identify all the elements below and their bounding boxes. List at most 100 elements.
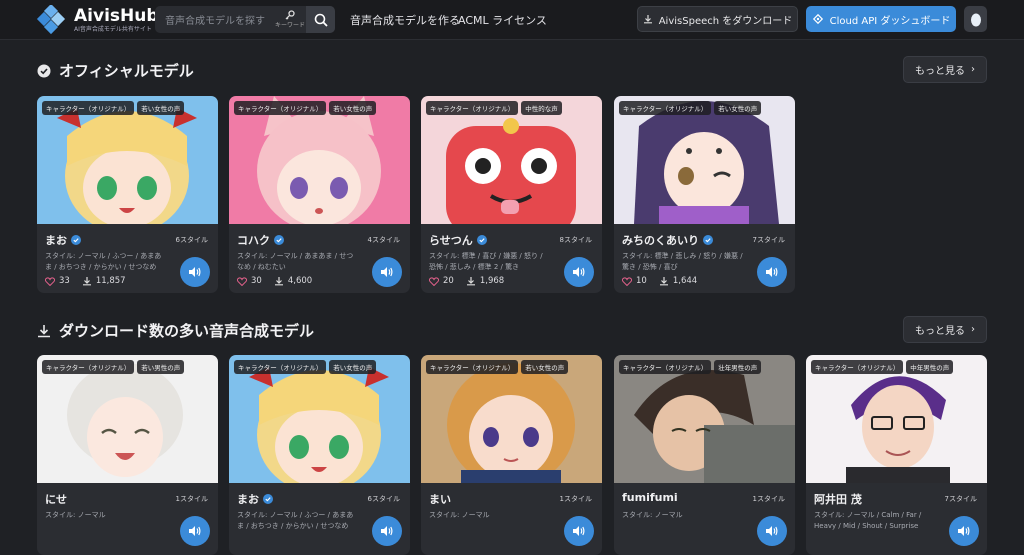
keyword-toggle[interactable]: キーワード	[274, 10, 306, 29]
verified-icon	[274, 235, 284, 245]
play-sample-button[interactable]	[180, 516, 210, 546]
voice-tag: 若い女性の声	[329, 360, 377, 374]
model-name: まお	[45, 232, 81, 248]
model-card-aida-shigeru[interactable]: キャラクター（オリジナル） 中年男性の声 阿井田 茂 7スタイル スタイル: ノー…	[806, 355, 987, 555]
verified-icon	[703, 235, 713, 245]
model-thumbnail: キャラクター（オリジナル） 若い女性の声	[421, 355, 602, 483]
category-tag: キャラクター（オリジナル）	[811, 360, 904, 374]
style-count: 4スタイル	[367, 236, 400, 244]
model-card-rasetsun[interactable]: キャラクター（オリジナル） 中性的な声 らせつん 8スタイル スタイル: 標準 /…	[421, 96, 602, 293]
voice-tag: 若い男性の声	[137, 360, 185, 374]
style-count: 1スタイル	[559, 495, 592, 503]
logo-name: AivisHub	[74, 5, 159, 26]
style-count: 1スタイル	[752, 495, 785, 503]
official-more-button[interactable]: もっと見る ›	[903, 56, 987, 83]
nav-acml-license[interactable]: ACML ライセンス	[458, 12, 547, 28]
style-count: 6スタイル	[367, 495, 400, 503]
nav-create-model[interactable]: 音声合成モデルを作る	[350, 12, 460, 28]
model-thumbnail: キャラクター（オリジナル） 中年男性の声	[806, 355, 987, 483]
style-list: スタイル: ノーマル	[429, 511, 490, 519]
model-card-fumifumi[interactable]: キャラクター（オリジナル） 壮年男性の声 fumifumi 1スタイル スタイル:…	[614, 355, 795, 555]
heart-icon[interactable]	[237, 276, 247, 286]
top-header: AivisHub AI音声合成モデル共有サイト 音声合成モデルを探す キーワード…	[0, 0, 1024, 40]
like-count: 10	[636, 276, 647, 286]
style-count: 6スタイル	[175, 236, 208, 244]
voice-tag: 壮年男性の声	[714, 360, 762, 374]
category-tag: キャラクター（オリジナル）	[234, 101, 327, 115]
style-list: スタイル: 標準 / 喜び / 嫌悪 / 怒り / 恐怖 / 悲しみ / 標準 …	[429, 252, 543, 271]
search-box[interactable]: 音声合成モデルを探す キーワード	[155, 6, 335, 33]
download-icon	[274, 277, 283, 286]
heart-icon[interactable]	[45, 276, 55, 286]
style-count: 1スタイル	[175, 495, 208, 503]
card-stats: 10 1,644	[622, 276, 697, 286]
model-card-nise[interactable]: キャラクター（オリジナル） 若い男性の声 にせ 1スタイル スタイル: ノーマル	[37, 355, 218, 555]
play-sample-button[interactable]	[564, 516, 594, 546]
style-list: スタイル: ノーマル	[45, 511, 106, 519]
model-thumbnail: キャラクター（オリジナル） 中性的な声	[421, 96, 602, 224]
keyword-label: キーワード	[274, 22, 305, 29]
play-sample-button[interactable]	[180, 257, 210, 287]
category-tag: キャラクター（オリジナル）	[42, 101, 135, 115]
api-icon	[812, 13, 823, 25]
category-tag: キャラクター（オリジナル）	[619, 360, 712, 374]
search-button[interactable]	[306, 6, 335, 33]
download-count: 4,600	[287, 276, 313, 286]
cloud-api-dashboard-button[interactable]: Cloud API ダッシュボード	[806, 6, 956, 32]
user-avatar[interactable]	[964, 6, 987, 32]
download-icon	[82, 277, 91, 286]
style-list: スタイル: ノーマル / ふつー / あまあま / おちつき / からかい / …	[45, 252, 162, 271]
card-stats: 33 11,857	[45, 276, 126, 286]
model-name: みちのくあいり	[622, 232, 713, 248]
heart-icon[interactable]	[622, 276, 632, 286]
category-tag: キャラクター（オリジナル）	[426, 101, 519, 115]
logo-icon	[36, 3, 66, 35]
play-sample-button[interactable]	[757, 257, 787, 287]
model-card-michinoku-airi[interactable]: キャラクター（オリジナル） 若い女性の声 みちのくあいり 7スタイル スタイル: …	[614, 96, 795, 293]
download-icon	[38, 324, 50, 337]
model-name: まい	[429, 493, 451, 506]
style-count: 8スタイル	[559, 236, 592, 244]
speaker-icon	[573, 267, 585, 277]
model-thumbnail: キャラクター（オリジナル） 若い女性の声	[37, 96, 218, 224]
verified-icon	[71, 235, 81, 245]
model-thumbnail: キャラクター（オリジナル） 若い女性の声	[614, 96, 795, 224]
model-name: コハク	[237, 232, 284, 248]
site-logo[interactable]: AivisHub AI音声合成モデル共有サイト	[36, 3, 159, 35]
play-sample-button[interactable]	[372, 516, 402, 546]
voice-tag: 若い女性の声	[714, 101, 762, 115]
download-aivisspeech-button[interactable]: AivisSpeech をダウンロード	[637, 6, 798, 32]
speaker-icon	[189, 267, 201, 277]
card-stats: 20 1,968	[429, 276, 504, 286]
style-list: スタイル: ノーマル / ふつー / あまあま / おちつき / からかい / …	[237, 511, 354, 530]
search-input[interactable]: 音声合成モデルを探す	[165, 12, 274, 27]
category-tag: キャラクター（オリジナル）	[42, 360, 135, 374]
popular-more-button[interactable]: もっと見る ›	[903, 316, 987, 343]
avatar-icon	[970, 13, 981, 27]
model-card-mao[interactable]: キャラクター（オリジナル） 若い女性の声 まお 6スタイル スタイル: ノーマル …	[37, 96, 218, 293]
model-thumbnail: キャラクター（オリジナル） 若い男性の声	[37, 355, 218, 483]
heart-icon[interactable]	[429, 276, 439, 286]
model-card-kohaku[interactable]: キャラクター（オリジナル） 若い女性の声 コハク 4スタイル スタイル: ノーマル…	[229, 96, 410, 293]
model-name: fumifumi	[622, 491, 678, 504]
like-count: 30	[251, 276, 262, 286]
model-card-mai[interactable]: キャラクター（オリジナル） 若い女性の声 まい 1スタイル スタイル: ノーマル	[421, 355, 602, 555]
voice-tag: 中性的な声	[521, 101, 562, 115]
play-sample-button[interactable]	[372, 257, 402, 287]
popular-downloads-title: ダウンロード数の多い音声合成モデル	[37, 320, 314, 341]
voice-tag: 若い女性の声	[137, 101, 185, 115]
model-thumbnail: キャラクター（オリジナル） 壮年男性の声	[614, 355, 795, 483]
speaker-icon	[381, 267, 393, 277]
logo-subtitle: AI音声合成モデル共有サイト	[74, 25, 152, 33]
search-icon	[314, 13, 328, 27]
voice-tag: 中年男性の声	[906, 360, 954, 374]
play-sample-button[interactable]	[949, 516, 979, 546]
model-card-mao[interactable]: キャラクター（オリジナル） 若い女性の声 まお 6スタイル スタイル: ノーマル …	[229, 355, 410, 555]
download-icon	[643, 15, 652, 24]
like-count: 33	[59, 276, 70, 286]
official-models-title: オフィシャルモデル	[37, 60, 194, 81]
download-icon	[659, 277, 668, 286]
download-count: 11,857	[95, 276, 126, 286]
play-sample-button[interactable]	[757, 516, 787, 546]
play-sample-button[interactable]	[564, 257, 594, 287]
